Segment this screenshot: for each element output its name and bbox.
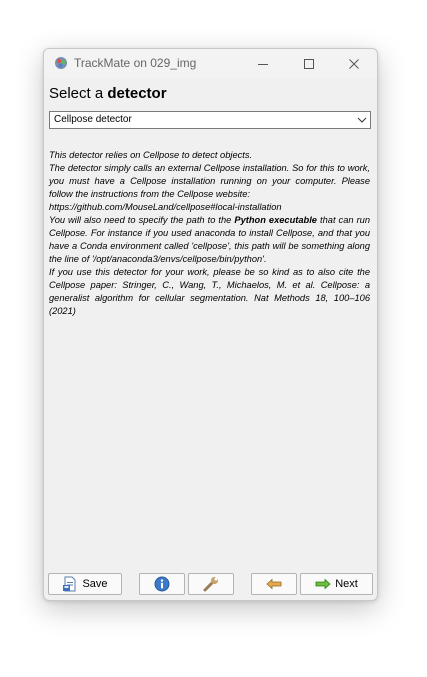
chevron-down-icon bbox=[357, 117, 367, 123]
close-icon bbox=[349, 58, 359, 69]
description-url: https://github.com/MouseLand/cellpose#lo… bbox=[49, 202, 282, 212]
trackmate-window: TrackMate on 029_img Select a detector C… bbox=[43, 48, 378, 601]
description-para3-bold: Python executable bbox=[234, 215, 317, 225]
close-button[interactable] bbox=[331, 49, 377, 78]
info-icon bbox=[154, 576, 170, 592]
description-line1: This detector relies on Cellpose to dete… bbox=[49, 150, 253, 160]
save-button[interactable]: Save bbox=[48, 573, 122, 595]
next-button-label: Next bbox=[335, 578, 358, 590]
page-title: Select a detector bbox=[49, 85, 167, 102]
minimize-icon bbox=[258, 63, 268, 65]
settings-button[interactable] bbox=[188, 573, 234, 595]
save-button-label: Save bbox=[82, 578, 108, 590]
arrow-right-icon bbox=[315, 578, 331, 590]
next-button[interactable]: Next bbox=[300, 573, 373, 595]
minimize-button[interactable] bbox=[240, 49, 286, 78]
page-title-bold: detector bbox=[107, 85, 167, 102]
detector-select-value: Cellpose detector bbox=[54, 114, 132, 125]
detector-description: This detector relies on Cellpose to dete… bbox=[49, 149, 370, 318]
maximize-button[interactable] bbox=[286, 49, 332, 78]
save-icon bbox=[63, 576, 76, 592]
title-bar[interactable]: TrackMate on 029_img bbox=[44, 49, 377, 78]
previous-button[interactable] bbox=[251, 573, 297, 595]
detector-select[interactable]: Cellpose detector bbox=[49, 111, 371, 129]
window-title: TrackMate on 029_img bbox=[74, 56, 197, 70]
description-para3-before: You will also need to specify the path t… bbox=[49, 215, 235, 225]
arrow-left-icon bbox=[266, 578, 282, 590]
wrench-icon bbox=[203, 576, 219, 592]
page-title-prefix: Select a bbox=[49, 85, 108, 102]
info-button[interactable] bbox=[139, 573, 185, 595]
description-para4: If you use this detector for your work, … bbox=[49, 267, 370, 316]
maximize-icon bbox=[304, 58, 314, 69]
description-para2: The detector simply calls an external Ce… bbox=[49, 163, 370, 199]
description-para3: You will also need to specify the path t… bbox=[49, 214, 370, 266]
trackmate-icon bbox=[55, 57, 67, 69]
